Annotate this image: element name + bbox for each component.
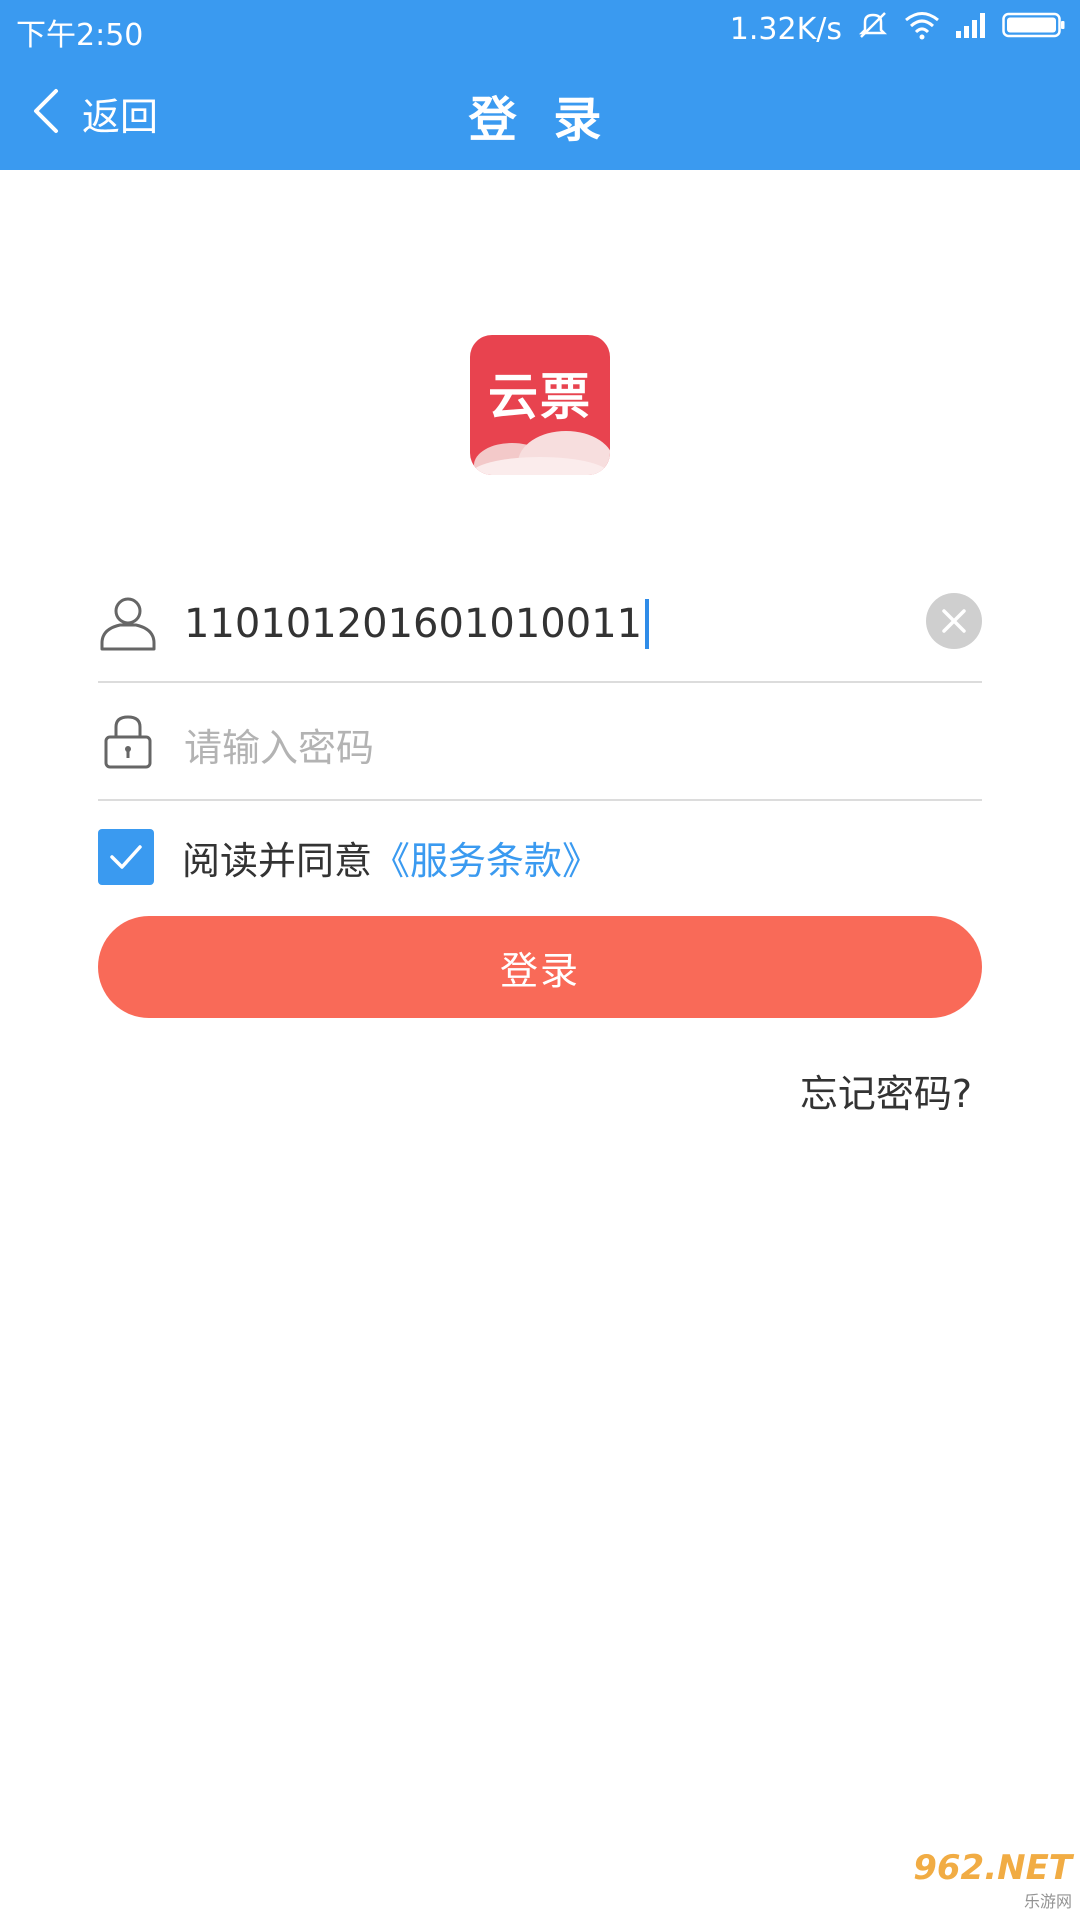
- user-icon: [98, 593, 158, 653]
- password-field[interactable]: 请输入密码: [98, 683, 982, 801]
- status-icons: 1.32K/s: [730, 8, 1066, 50]
- navigation-bar: 返回 登 录: [0, 58, 1080, 170]
- lock-icon: [98, 711, 158, 771]
- watermark-sub: 乐游网: [1023, 1892, 1072, 1911]
- username-value: 110101201601010011: [184, 601, 643, 647]
- close-icon: [942, 609, 966, 633]
- terms-link[interactable]: 《服务条款》: [372, 830, 600, 885]
- top-bar: 下午2:50 1.32K/s 返回 登 录: [0, 0, 1080, 170]
- clear-button[interactable]: [926, 593, 982, 649]
- battery-icon: [1002, 11, 1066, 47]
- check-icon: [110, 845, 142, 869]
- watermark: 962.NET 乐游网: [913, 1848, 1072, 1912]
- username-input[interactable]: 110101201601010011: [184, 599, 650, 649]
- login-button[interactable]: 登录: [98, 916, 982, 1018]
- agreement-row: 阅读并同意 《服务条款》: [98, 828, 600, 886]
- page-title: 登 录: [468, 92, 612, 148]
- mute-icon: [856, 8, 890, 50]
- forgot-password-link[interactable]: 忘记密码?: [800, 1063, 972, 1118]
- cloud-icon: [470, 431, 610, 475]
- text-cursor: [645, 599, 650, 649]
- status-time: 下午2:50: [16, 18, 144, 53]
- wifi-icon: [904, 10, 940, 48]
- network-speed: 1.32K/s: [729, 11, 842, 47]
- agree-text: 阅读并同意: [182, 838, 373, 883]
- agree-checkbox[interactable]: [98, 829, 154, 885]
- status-bar: 下午2:50 1.32K/s: [0, 0, 1080, 58]
- app-logo: 云票: [470, 335, 610, 475]
- watermark-logo: 962.NET: [913, 1848, 1072, 1888]
- signal-icon: [954, 11, 988, 47]
- username-field[interactable]: 110101201601010011: [98, 565, 982, 683]
- password-input[interactable]: 请输入密码: [184, 717, 374, 772]
